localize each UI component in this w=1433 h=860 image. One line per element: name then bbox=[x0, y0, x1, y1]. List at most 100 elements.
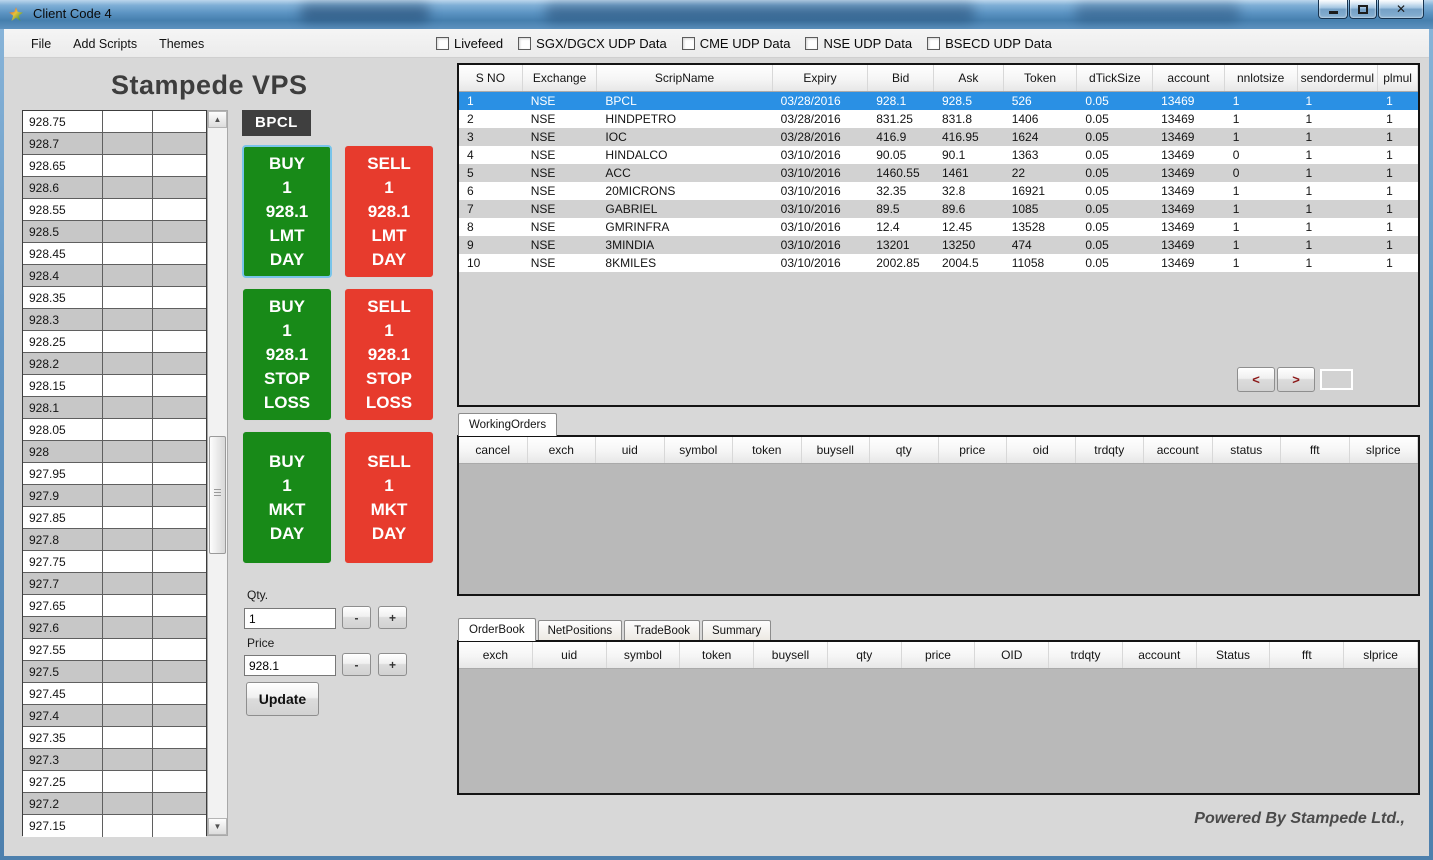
ladder-bid-cell[interactable] bbox=[103, 265, 153, 286]
buy-mkt-button[interactable]: BUY1MKTDAY bbox=[242, 431, 332, 564]
ladder-row[interactable]: 928.5 bbox=[23, 221, 206, 243]
ladder-ask-cell[interactable] bbox=[153, 111, 206, 132]
ladder-ask-cell[interactable] bbox=[153, 331, 206, 352]
sell-stoploss-button[interactable]: SELL1928.1STOPLOSS bbox=[344, 288, 434, 421]
sell-lmt-button[interactable]: SELL1928.1LMTDAY bbox=[344, 145, 434, 278]
scroll-down-icon[interactable]: ▼ bbox=[208, 818, 227, 835]
ladder-row[interactable]: 927.55 bbox=[23, 639, 206, 661]
update-button[interactable]: Update bbox=[246, 682, 319, 716]
ladder-bid-cell[interactable] bbox=[103, 727, 153, 748]
checkbox-box-livefeed[interactable] bbox=[436, 37, 449, 50]
menu-item-themes[interactable]: Themes bbox=[148, 37, 215, 51]
ladder-bid-cell[interactable] bbox=[103, 375, 153, 396]
ladder-row[interactable]: 927.95 bbox=[23, 463, 206, 485]
ladder-row[interactable]: 927.2 bbox=[23, 793, 206, 815]
qty-increment-button[interactable]: + bbox=[378, 606, 407, 629]
ladder-ask-cell[interactable] bbox=[153, 683, 206, 704]
ladder-bid-cell[interactable] bbox=[103, 771, 153, 792]
ladder-ask-cell[interactable] bbox=[153, 243, 206, 264]
next-page-button[interactable]: > bbox=[1277, 367, 1315, 392]
ladder-ask-cell[interactable] bbox=[153, 617, 206, 638]
ladder-ask-cell[interactable] bbox=[153, 199, 206, 220]
ladder-bid-cell[interactable] bbox=[103, 551, 153, 572]
buy-stoploss-button[interactable]: BUY1928.1STOPLOSS bbox=[242, 288, 332, 421]
ladder-bid-cell[interactable] bbox=[103, 595, 153, 616]
ladder-bid-cell[interactable] bbox=[103, 133, 153, 154]
ladder-ask-cell[interactable] bbox=[153, 265, 206, 286]
ladder-row[interactable]: 927.9 bbox=[23, 485, 206, 507]
ladder-ask-cell[interactable] bbox=[153, 507, 206, 528]
watchlist-row[interactable]: 8NSEGMRINFRA03/10/201612.412.45135280.05… bbox=[459, 218, 1418, 236]
ladder-ask-cell[interactable] bbox=[153, 771, 206, 792]
menu-item-add-scripts[interactable]: Add Scripts bbox=[62, 37, 148, 51]
price-decrement-button[interactable]: - bbox=[342, 653, 371, 676]
watchlist-row[interactable]: 7NSEGABRIEL03/10/201689.589.610850.05134… bbox=[459, 200, 1418, 218]
ladder-bid-cell[interactable] bbox=[103, 353, 153, 374]
prev-page-button[interactable]: < bbox=[1237, 367, 1275, 392]
ladder-bid-cell[interactable] bbox=[103, 221, 153, 242]
ladder-bid-cell[interactable] bbox=[103, 793, 153, 814]
ladder-bid-cell[interactable] bbox=[103, 661, 153, 682]
ladder-ask-cell[interactable] bbox=[153, 177, 206, 198]
ladder-ask-cell[interactable] bbox=[153, 221, 206, 242]
ladder-ask-cell[interactable] bbox=[153, 485, 206, 506]
ladder-row[interactable]: 927.35 bbox=[23, 727, 206, 749]
ladder-ask-cell[interactable] bbox=[153, 375, 206, 396]
watchlist-row[interactable]: 6NSE20MICRONS03/10/201632.3532.8169210.0… bbox=[459, 182, 1418, 200]
tab-tradebook[interactable]: TradeBook bbox=[624, 620, 700, 641]
ladder-bid-cell[interactable] bbox=[103, 485, 153, 506]
ladder-bid-cell[interactable] bbox=[103, 397, 153, 418]
ladder-ask-cell[interactable] bbox=[153, 573, 206, 594]
qty-input[interactable] bbox=[244, 608, 336, 629]
ladder-row[interactable]: 928.1 bbox=[23, 397, 206, 419]
watchlist-row[interactable]: 10NSE8KMILES03/10/20162002.852004.511058… bbox=[459, 254, 1418, 272]
ladder-row[interactable]: 927.25 bbox=[23, 771, 206, 793]
ladder-ask-cell[interactable] bbox=[153, 727, 206, 748]
ladder-row[interactable]: 927.4 bbox=[23, 705, 206, 727]
ladder-ask-cell[interactable] bbox=[153, 793, 206, 814]
ladder-row[interactable]: 928.6 bbox=[23, 177, 206, 199]
ladder-bid-cell[interactable] bbox=[103, 749, 153, 770]
ladder-row[interactable]: 928.7 bbox=[23, 133, 206, 155]
watchlist-row[interactable]: 1NSEBPCL03/28/2016928.1928.55260.0513469… bbox=[459, 92, 1418, 110]
ladder-bid-cell[interactable] bbox=[103, 815, 153, 837]
ladder-ask-cell[interactable] bbox=[153, 133, 206, 154]
ladder-row[interactable]: 927.5 bbox=[23, 661, 206, 683]
minimize-button[interactable] bbox=[1318, 0, 1348, 19]
tab-workingorders[interactable]: WorkingOrders bbox=[458, 413, 557, 436]
ladder-row[interactable]: 927.6 bbox=[23, 617, 206, 639]
ladder-ask-cell[interactable] bbox=[153, 309, 206, 330]
tab-netpositions[interactable]: NetPositions bbox=[538, 620, 623, 641]
ladder-ask-cell[interactable] bbox=[153, 287, 206, 308]
ladder-row[interactable]: 927.85 bbox=[23, 507, 206, 529]
scroll-up-icon[interactable]: ▲ bbox=[208, 111, 227, 128]
maximize-button[interactable] bbox=[1349, 0, 1377, 19]
checkbox-bsecd-udp-data[interactable]: BSECD UDP Data bbox=[927, 36, 1052, 51]
ladder-bid-cell[interactable] bbox=[103, 683, 153, 704]
price-input[interactable] bbox=[244, 655, 336, 676]
ladder-bid-cell[interactable] bbox=[103, 309, 153, 330]
ladder-row[interactable]: 928.15 bbox=[23, 375, 206, 397]
ladder-row[interactable]: 928.75 bbox=[23, 111, 206, 133]
ladder-ask-cell[interactable] bbox=[153, 639, 206, 660]
ladder-bid-cell[interactable] bbox=[103, 177, 153, 198]
ladder-row[interactable]: 927.65 bbox=[23, 595, 206, 617]
ladder-bid-cell[interactable] bbox=[103, 463, 153, 484]
qty-decrement-button[interactable]: - bbox=[342, 606, 371, 629]
ladder-ask-cell[interactable] bbox=[153, 551, 206, 572]
ladder-ask-cell[interactable] bbox=[153, 353, 206, 374]
ladder-bid-cell[interactable] bbox=[103, 111, 153, 132]
ladder-row[interactable]: 928.25 bbox=[23, 331, 206, 353]
ladder-row[interactable]: 927.45 bbox=[23, 683, 206, 705]
checkbox-sgx-dgcx-udp-data[interactable]: SGX/DGCX UDP Data bbox=[518, 36, 667, 51]
ladder-row[interactable]: 928.45 bbox=[23, 243, 206, 265]
ladder-bid-cell[interactable] bbox=[103, 287, 153, 308]
ladder-ask-cell[interactable] bbox=[153, 441, 206, 462]
ladder-row[interactable]: 927.3 bbox=[23, 749, 206, 771]
ladder-row[interactable]: 928.4 bbox=[23, 265, 206, 287]
price-increment-button[interactable]: + bbox=[378, 653, 407, 676]
ladder-row[interactable]: 927.75 bbox=[23, 551, 206, 573]
checkbox-box-sgx-dgcx-udp-data[interactable] bbox=[518, 37, 531, 50]
watchlist-row[interactable]: 4NSEHINDALCO03/10/201690.0590.113630.051… bbox=[459, 146, 1418, 164]
ladder-row[interactable]: 928.3 bbox=[23, 309, 206, 331]
